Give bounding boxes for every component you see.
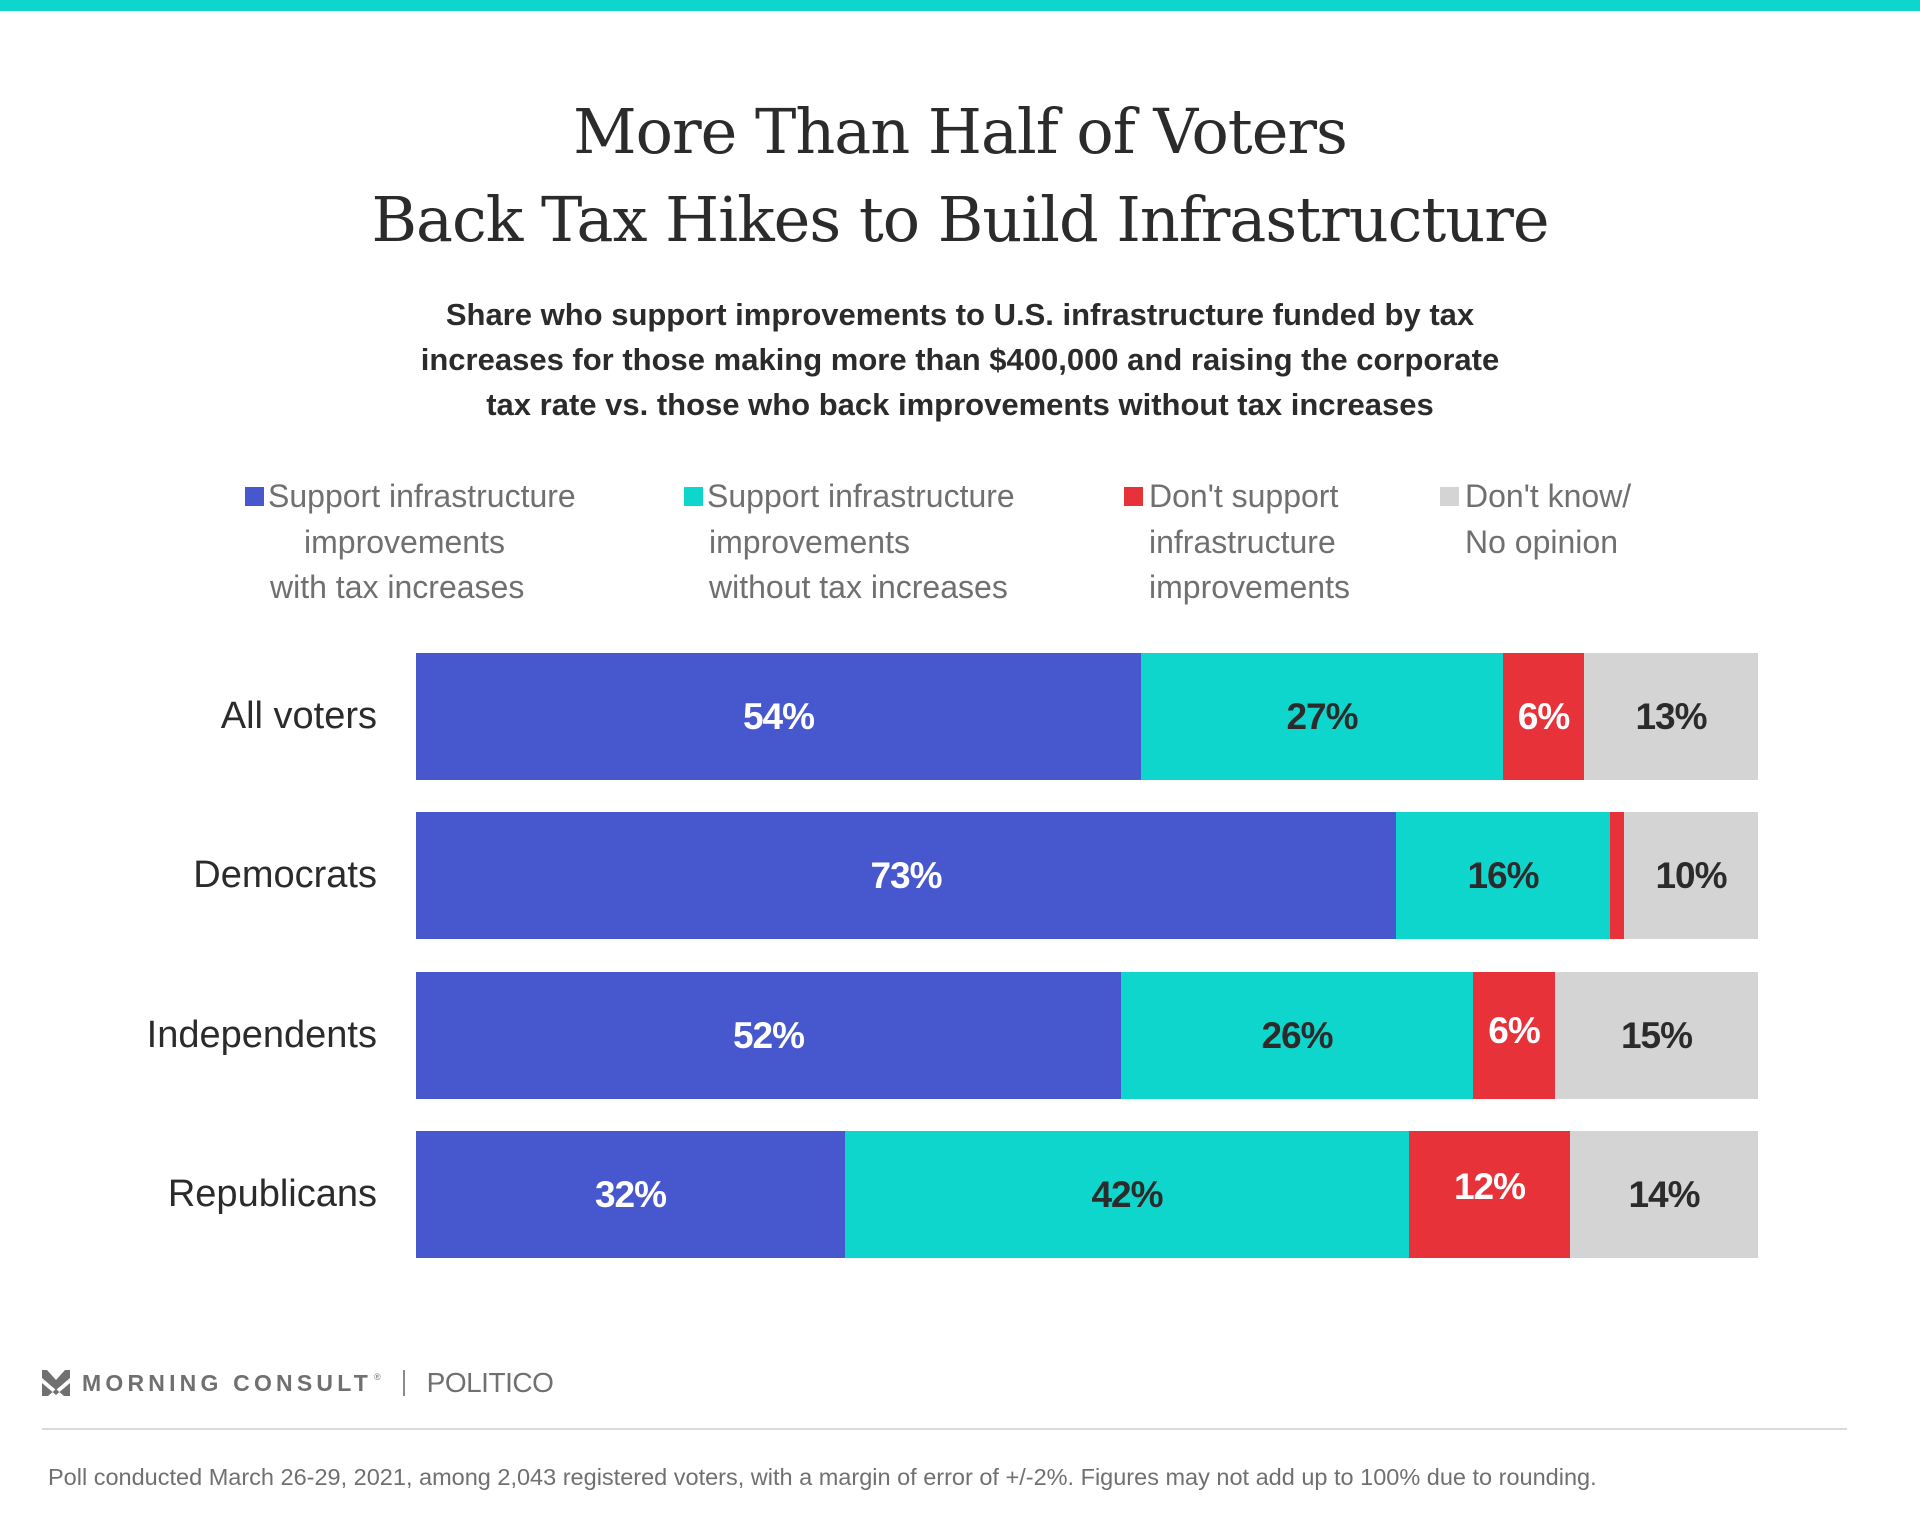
bar-segment-dont-support: 6% [1503, 653, 1584, 780]
data-label: 73% [870, 854, 942, 896]
legend-item-without-tax: Support infrastructure improvements with… [684, 474, 1015, 611]
bar-segment-with-tax: 73% [416, 812, 1396, 939]
bar-segment-with-tax: 54% [416, 653, 1141, 780]
bar-segment-with-tax: 52% [416, 972, 1121, 1099]
legend-text-line: Don't know/ [1465, 478, 1632, 514]
top-accent-bar [0, 0, 1920, 11]
footer-divider [42, 1428, 1847, 1430]
bar-democrats: 73% 16% 10% [416, 812, 1758, 939]
chart-subtitle-line-1: Share who support improvements to U.S. i… [445, 297, 1475, 332]
morning-consult-chevron-icon [42, 1370, 70, 1396]
legend-text-line: Support infrastructure [707, 478, 1015, 514]
legend-text-line: with tax increases [270, 569, 525, 605]
chart-title-line-2: Back Tax Hikes to Build Infrastructure [371, 183, 1549, 256]
chart-subtitle-line-2: increases for those making more than $40… [420, 342, 1500, 377]
legend-text-line: improvements [1149, 569, 1350, 605]
morning-consult-wordmark: MORNING CONSULT [82, 1369, 373, 1396]
row-label-independents: Independents [146, 1014, 377, 1056]
data-label: 6% [1488, 1009, 1540, 1051]
data-label: 6% [1517, 695, 1570, 737]
bar-segment-without-tax: 16% [1396, 812, 1610, 939]
legend-text-line: Don't support [1149, 478, 1339, 514]
data-label: 15% [1620, 1014, 1693, 1056]
legend-text-line: Support infrastructure [268, 478, 576, 514]
data-label: 52% [732, 1014, 805, 1056]
bar-segment-dont-know: 13% [1584, 653, 1758, 780]
legend-swatch-dont-know [1440, 487, 1459, 506]
bar-segment-dont-support: 12% [1409, 1131, 1570, 1258]
methodology-note: Poll conducted March 26-29, 2021, among … [48, 1464, 1597, 1490]
chart-subtitle: Share who support improvements to U.S. i… [0, 292, 1920, 427]
logo-separator [402, 1370, 405, 1396]
chart-title: More Than Half of Voters Back Tax Hikes … [0, 88, 1920, 264]
data-label: 26% [1261, 1014, 1333, 1056]
data-label: 42% [1091, 1173, 1163, 1215]
legend-swatch-without-tax [684, 487, 703, 506]
politico-wordmark: POLITICO [426, 1367, 554, 1398]
bar-segment-without-tax: 27% [1141, 653, 1503, 780]
bar-republicans: 32% 42% 12% 14% [416, 1131, 1758, 1258]
legend-swatch-dont-support [1124, 487, 1143, 506]
bar-segment-without-tax: 26% [1121, 972, 1473, 1099]
legend-swatch-with-tax [245, 487, 264, 506]
row-label-republicans: Republicans [167, 1173, 377, 1215]
bar-independents: 52% 26% 6% 15% [416, 972, 1758, 1099]
legend-text-line: improvements [709, 523, 910, 560]
row-label-democrats: Democrats [193, 854, 377, 896]
data-label: 32% [594, 1173, 667, 1215]
chart-subtitle-line-3: tax rate vs. those who back improvements… [486, 387, 1434, 422]
bar-segment-dont-know: 10% [1624, 812, 1758, 939]
bar-segment-dont-know: 14% [1570, 1131, 1758, 1258]
legend-item-with-tax: Support infrastructure improvements with… [245, 474, 576, 611]
brand-logos: MORNING CONSULT ® POLITICO [42, 1366, 554, 1400]
legend-text-line: without tax increases [709, 569, 1008, 605]
data-label: 27% [1286, 695, 1358, 737]
chart-title-line-1: More Than Half of Voters [573, 95, 1348, 168]
legend-item-dont-know: Don't know/ No opinion [1440, 474, 1632, 565]
bar-all-voters: 54% 27% 6% 13% [416, 653, 1758, 780]
bar-segment-without-tax: 42% [845, 1131, 1409, 1258]
data-label: 14% [1628, 1173, 1700, 1215]
legend-text-line: No opinion [1465, 523, 1618, 560]
data-label: 12% [1453, 1165, 1526, 1207]
data-label: 16% [1467, 854, 1539, 896]
data-label: 13% [1635, 695, 1707, 737]
registered-mark: ® [374, 1372, 381, 1382]
legend-item-dont-support: Don't support infrastructure improvement… [1124, 474, 1350, 611]
data-label: 54% [742, 695, 815, 737]
bar-segment-dont-support: 6% [1473, 972, 1555, 1099]
bar-segment-with-tax: 32% [416, 1131, 845, 1258]
bar-segment-dont-support [1610, 812, 1624, 939]
legend-text-line: improvements [304, 523, 505, 560]
data-label: 10% [1655, 854, 1727, 896]
bar-segment-dont-know: 15% [1555, 972, 1758, 1099]
row-label-all-voters: All voters [220, 695, 377, 737]
legend-text-line: infrastructure [1149, 523, 1336, 560]
